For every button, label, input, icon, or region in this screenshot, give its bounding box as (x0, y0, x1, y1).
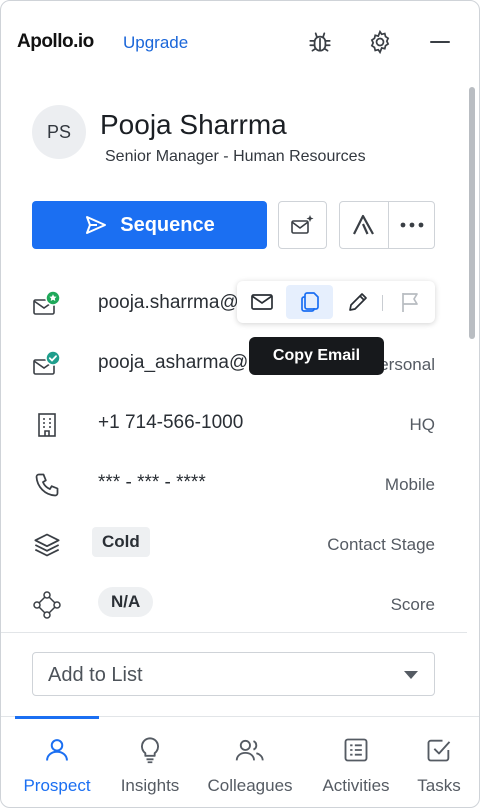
more-options-button[interactable] (388, 201, 435, 249)
tab-insights[interactable]: Insights (109, 717, 191, 807)
phone-type-label: HQ (409, 415, 436, 434)
tab-label: Insights (120, 776, 180, 795)
tab-colleagues[interactable]: Colleagues (201, 717, 299, 807)
tab-label: Tasks (417, 776, 461, 795)
toolbar-separator (382, 295, 383, 311)
phone-value-masked[interactable]: *** - *** - **** (98, 472, 206, 494)
minimize-icon[interactable] (425, 27, 455, 57)
score-row: N/A Score (1, 579, 467, 629)
phone-row-hq: +1 714-566-1000 HQ (1, 399, 467, 449)
send-icon (86, 216, 107, 234)
email-value[interactable]: pooja_asharma@ (98, 352, 248, 374)
apollo-logo: Apollo.io (17, 31, 94, 52)
building-icon (31, 409, 63, 441)
sequence-label: Sequence (120, 213, 215, 236)
tab-label: Prospect (23, 776, 91, 795)
sequence-button[interactable]: Sequence (32, 201, 267, 249)
divider (1, 632, 467, 633)
copy-email-tooltip: Copy Email (249, 337, 384, 375)
email-hover-toolbar (237, 281, 435, 323)
apollo-action-button[interactable] (339, 201, 389, 249)
score-badge: N/A (98, 587, 154, 617)
people-icon (235, 735, 265, 765)
contact-stage-row: Cold Contact Stage (1, 519, 467, 569)
email-verified-star-icon (31, 289, 63, 321)
mail-icon[interactable] (245, 285, 279, 319)
bug-icon[interactable] (305, 27, 335, 57)
tab-prospect[interactable]: Prospect (13, 717, 101, 807)
tab-activities[interactable]: Activities (313, 717, 399, 807)
edit-icon[interactable] (341, 285, 375, 319)
score-label: Score (390, 595, 435, 614)
contact-stage-badge[interactable]: Cold (92, 527, 150, 557)
avatar: PS (32, 105, 86, 159)
contact-stage-label: Contact Stage (327, 535, 435, 554)
tab-label: Colleagues (207, 776, 293, 795)
email-verified-check-icon (31, 349, 63, 381)
copy-icon[interactable] (286, 285, 333, 319)
gear-icon[interactable] (365, 27, 395, 57)
add-to-list-placeholder: Add to List (48, 664, 143, 686)
phone-row-mobile: *** - *** - **** Mobile (1, 459, 467, 509)
scrollbar[interactable] (469, 87, 475, 339)
phone-type-label: Mobile (384, 475, 435, 494)
flag-icon[interactable] (393, 285, 427, 319)
lightbulb-icon (135, 735, 165, 765)
email-row-personal: pooja_asharma@ Personal (1, 339, 467, 389)
top-bar: Apollo.io Upgrade (1, 1, 479, 85)
activities-icon (341, 735, 371, 765)
email-value[interactable]: pooja.sharrma@ (98, 292, 239, 314)
extension-panel: Apollo.io Upgrade PS Pooja Sharrma Senio… (0, 0, 480, 808)
contact-title: Senior Manager - Human Resources (105, 148, 366, 165)
ai-email-button[interactable] (278, 201, 327, 249)
chevron-down-icon (404, 671, 418, 679)
upgrade-link[interactable]: Upgrade (123, 33, 188, 53)
ai-email-icon (290, 215, 313, 234)
tasks-icon (424, 735, 454, 765)
add-to-list-select[interactable]: Add to List (32, 652, 435, 696)
tab-tasks[interactable]: Tasks (411, 717, 467, 807)
phone-value[interactable]: +1 714-566-1000 (98, 412, 243, 434)
score-nodes-icon (31, 589, 63, 621)
apollo-logo-icon (353, 214, 374, 235)
layers-icon (31, 529, 63, 561)
tab-label: Activities (322, 776, 390, 795)
phone-icon (31, 469, 63, 501)
bottom-nav: Prospect Insights Colleagues Activities … (1, 716, 479, 807)
more-dots-icon (400, 222, 423, 228)
person-icon (42, 735, 72, 765)
contact-name: Pooja Sharrma (100, 109, 287, 140)
